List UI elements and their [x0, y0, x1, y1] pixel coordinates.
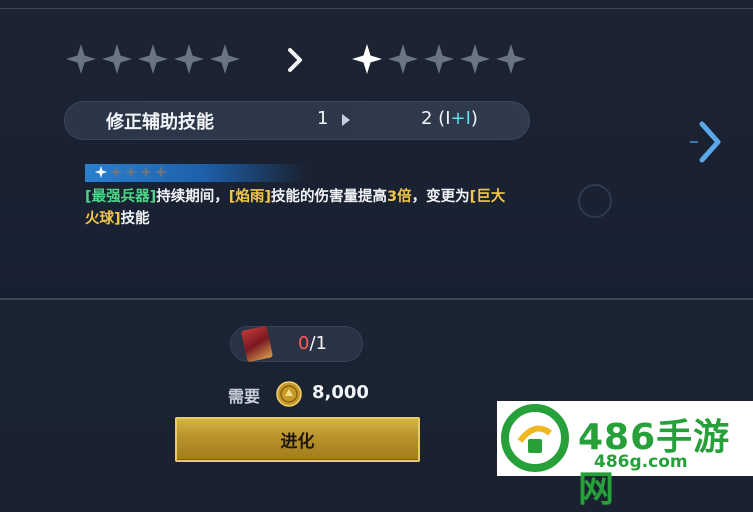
watermark-logo-icon [501, 404, 569, 472]
empty-star-icon [124, 165, 138, 179]
empty-star-icon [139, 165, 153, 179]
empty-star-icon [172, 42, 206, 76]
skill-level-row: 修正辅助技能 1 2 (I+I) [64, 101, 530, 140]
tag-flame-rain: [焰雨] [228, 189, 272, 205]
top-border [0, 8, 753, 9]
banner-stars [94, 165, 168, 179]
empty-star-icon [64, 42, 98, 76]
empty-star-icon [100, 42, 134, 76]
empty-star-icon [458, 42, 492, 76]
empty-star-icon [154, 165, 168, 179]
material-counter[interactable]: 0/1 [230, 325, 363, 363]
tag-strongest-weapon: [最强兵器] [85, 189, 157, 205]
skill-description: [最强兵器]持续期间，[焰雨]技能的伤害量提高3倍，变更为[巨大火球]技能 [85, 189, 506, 227]
empty-star-icon [136, 42, 170, 76]
material-count: 0/1 [298, 333, 327, 354]
level-to: 2 (I+I) [421, 108, 478, 129]
empty-star-icon [109, 165, 123, 179]
cost-label: 需要 [228, 387, 261, 406]
next-page-arrow-icon[interactable] [690, 112, 730, 172]
empty-star-icon [422, 42, 456, 76]
empty-star-icon [386, 42, 420, 76]
damage-multiplier: 3倍 [387, 189, 412, 205]
empty-star-icon [208, 42, 242, 76]
skill-name: 修正辅助技能 [106, 112, 214, 133]
gold-coin-icon [276, 381, 302, 407]
material-card-icon [240, 325, 274, 363]
star-level-banner [85, 164, 305, 182]
evolve-button[interactable]: 进化 [175, 417, 420, 462]
stars-after [350, 42, 528, 76]
filled-star-icon [94, 165, 108, 179]
level-bonus: +I [450, 108, 471, 129]
stars-before [64, 42, 242, 76]
empty-star-icon [494, 42, 528, 76]
level-arrow-icon [342, 114, 350, 126]
watermark-url: 486g.com [594, 452, 688, 472]
evolve-button-label: 进化 [280, 432, 315, 452]
cost-value: 8,000 [312, 382, 369, 403]
chevron-right-icon [288, 48, 302, 72]
level-from: 1 [317, 108, 329, 129]
filled-star-icon [350, 42, 384, 76]
faded-preview-icon [578, 184, 612, 218]
